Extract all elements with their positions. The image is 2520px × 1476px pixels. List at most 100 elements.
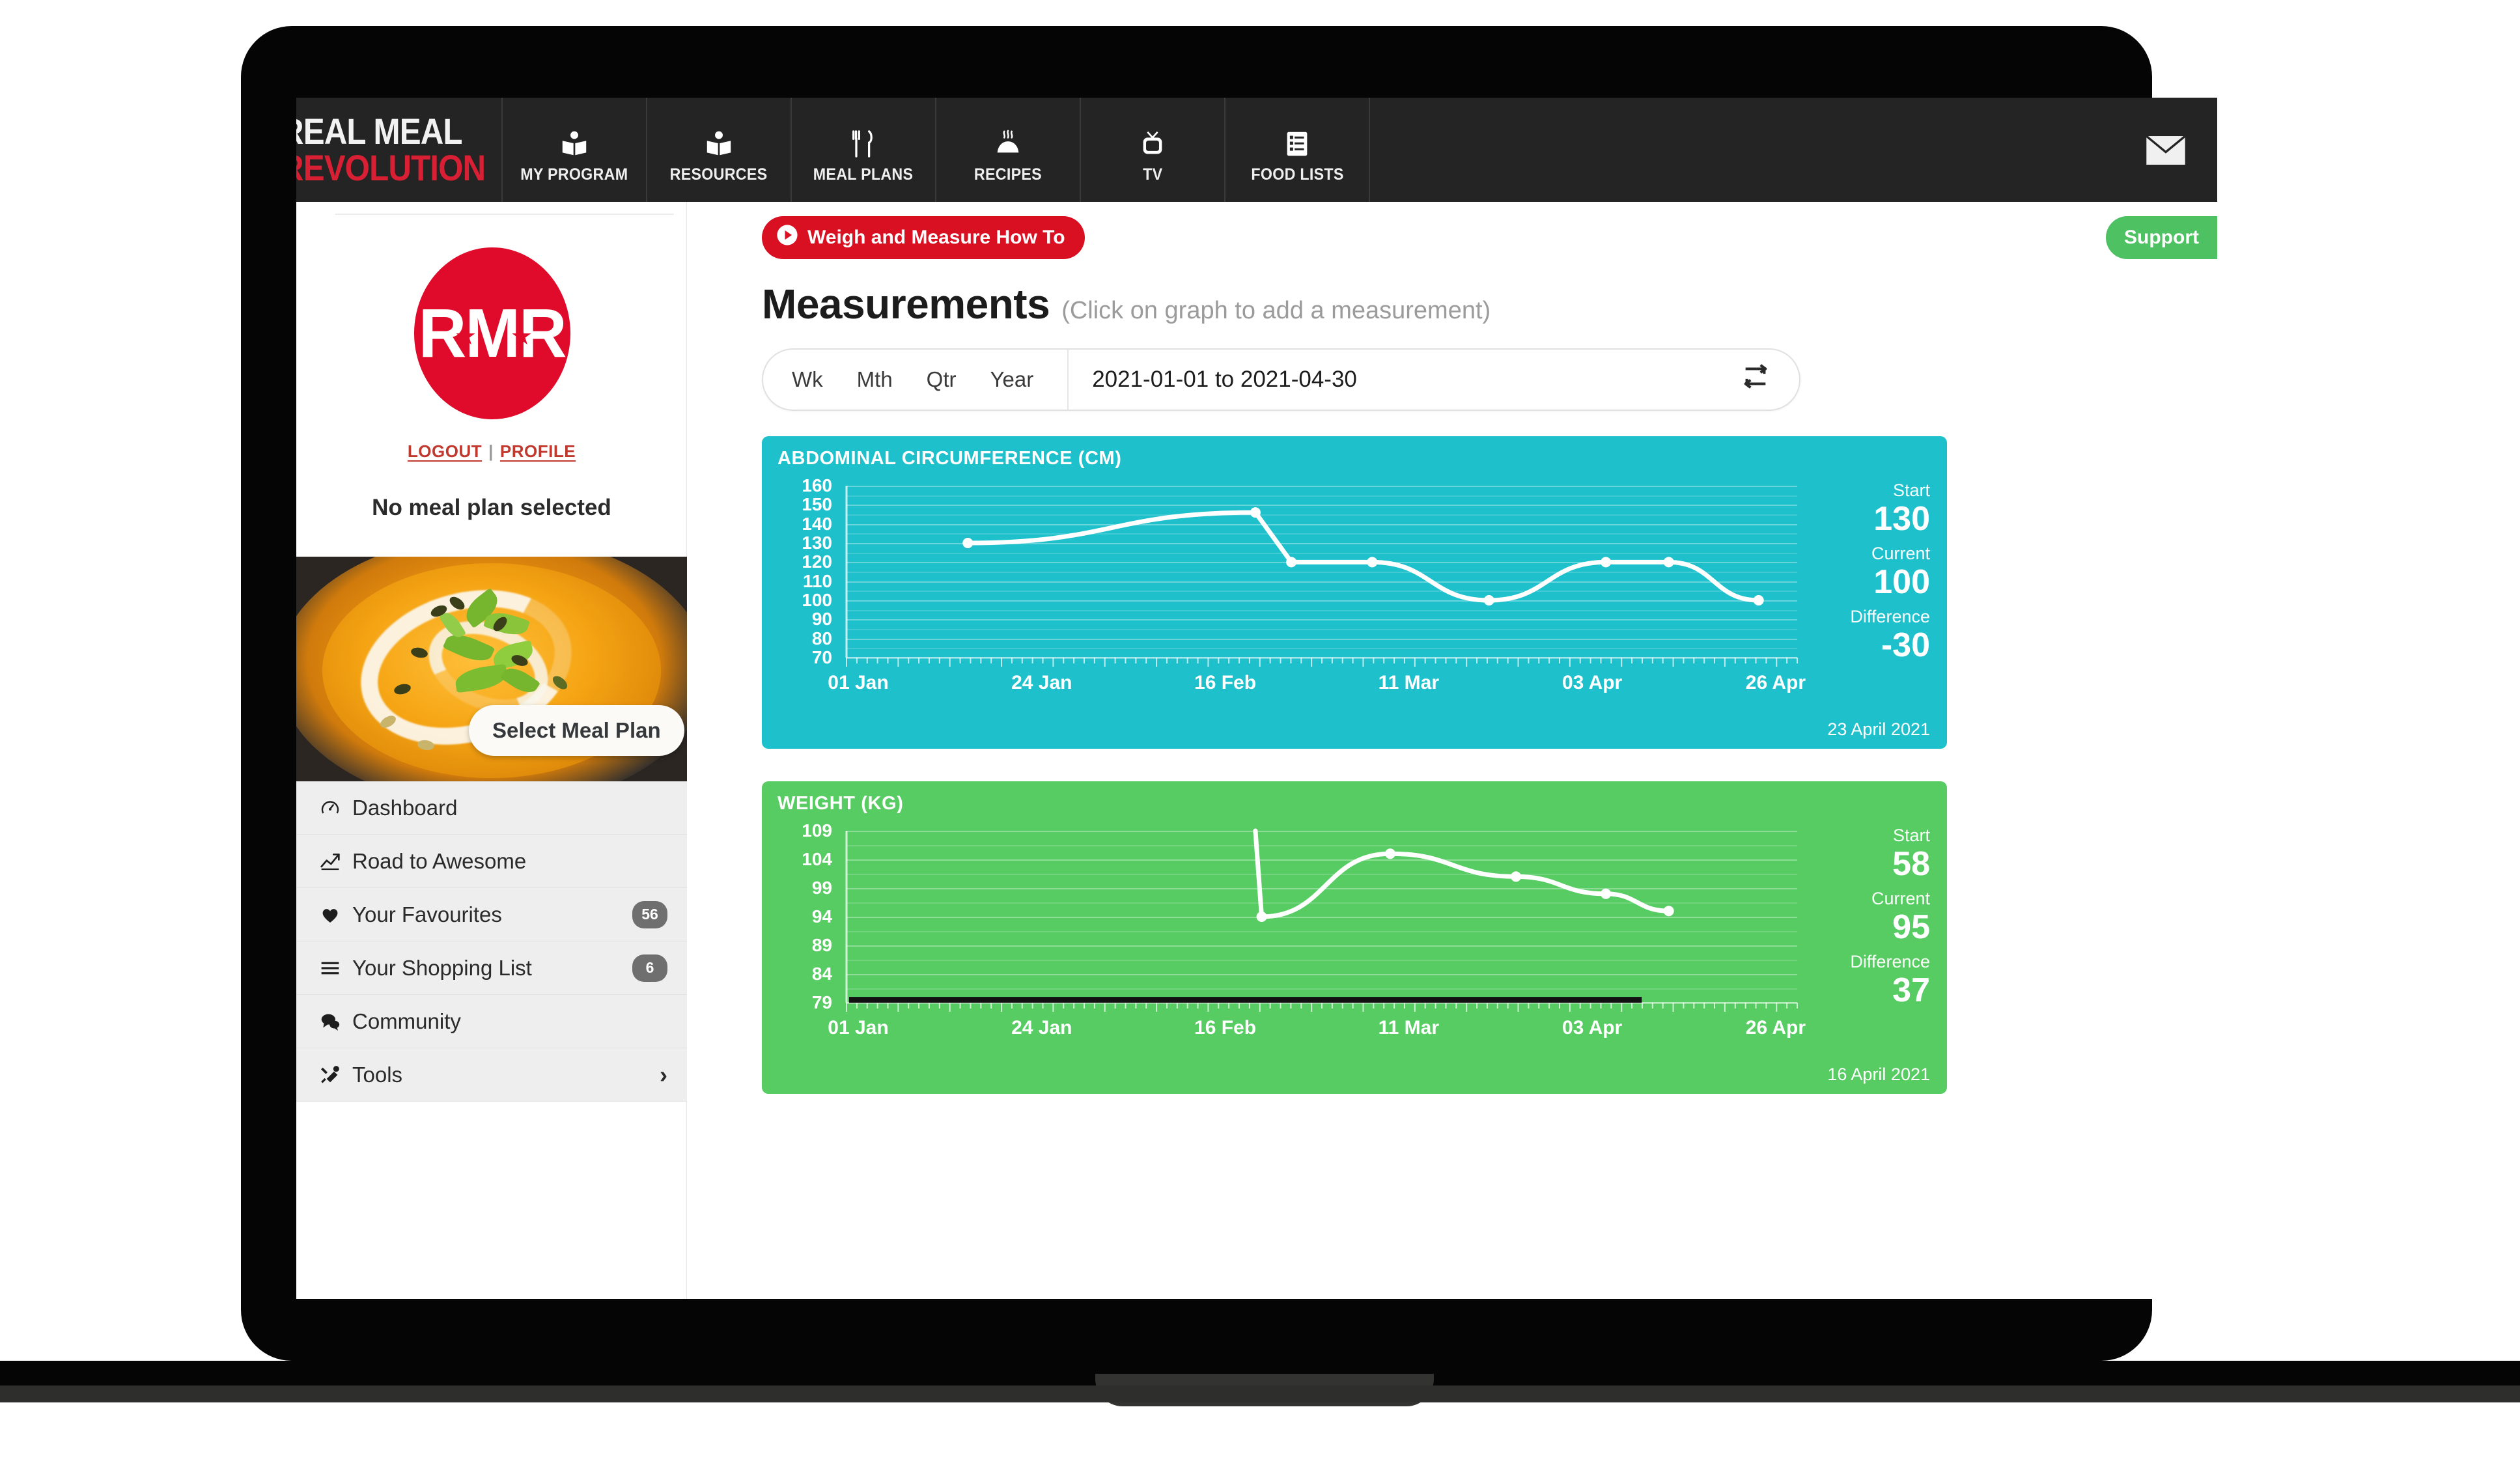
nav-label: RECIPES bbox=[973, 165, 1043, 184]
play-circle-icon bbox=[776, 224, 798, 251]
nav-item-tv[interactable]: TV bbox=[1080, 98, 1224, 202]
open-book-person-icon bbox=[559, 125, 589, 159]
sidebar-item-your-shopping-list[interactable]: Your Shopping List 6 bbox=[296, 941, 687, 995]
chart-x-tick-label: 24 Jan bbox=[1011, 1017, 1072, 1038]
trend-chart-icon bbox=[316, 851, 344, 872]
heart-icon bbox=[316, 904, 344, 925]
chart-x-tick-label: 01 Jan bbox=[828, 1017, 889, 1038]
sidebar-item-label: Community bbox=[352, 1009, 461, 1033]
select-meal-plan-button[interactable]: Select Meal Plan bbox=[469, 705, 684, 756]
account-links: LOGOUT | PROFILE bbox=[296, 441, 687, 462]
chart-x-tick-label: 26 Apr bbox=[1745, 672, 1806, 693]
list-document-icon bbox=[1282, 125, 1312, 159]
range-tab-mth[interactable]: Mth bbox=[840, 367, 910, 392]
nav-item-recipes[interactable]: RECIPES bbox=[935, 98, 1080, 202]
stat-difference-value: 37 bbox=[1892, 971, 1930, 1009]
page-header: Measurements (Click on graph to add a me… bbox=[762, 280, 1491, 328]
chart-x-tick-label: 26 Apr bbox=[1745, 1017, 1806, 1038]
chevron-right-icon: › bbox=[660, 1061, 667, 1088]
chart-series-line bbox=[1253, 828, 1672, 919]
chart-x-tick-label: 01 Jan bbox=[828, 672, 889, 693]
rmr-avatar-logo[interactable]: RMR ★ ★ bbox=[414, 247, 570, 419]
chart-x-tick-label: 16 Feb bbox=[1194, 672, 1257, 693]
chart-data-point[interactable] bbox=[1601, 557, 1612, 568]
chart-x-tick-label: 16 Feb bbox=[1194, 1017, 1257, 1038]
support-button[interactable]: Support bbox=[2106, 216, 2217, 259]
range-tab-wk[interactable]: Wk bbox=[763, 367, 840, 392]
chart-data-point[interactable] bbox=[1511, 871, 1522, 882]
nav-item-meal-plans[interactable]: MEAL PLANS bbox=[791, 98, 935, 202]
logout-link[interactable]: LOGOUT bbox=[408, 441, 482, 461]
sidebar-item-your-favourites[interactable]: Your Favourites 56 bbox=[296, 888, 687, 941]
sidebar-item-dashboard[interactable]: Dashboard bbox=[296, 781, 687, 835]
browser-viewport: REAL MEAL REVOLUTION MY PROGRAM RESOURCE… bbox=[296, 98, 2217, 1299]
chart-x-tick-label: 03 Apr bbox=[1561, 672, 1623, 693]
chart-data-point[interactable] bbox=[1384, 848, 1395, 859]
stat-difference-value: -30 bbox=[1881, 626, 1930, 664]
site-logo[interactable]: REAL MEAL REVOLUTION bbox=[296, 98, 501, 202]
profile-link[interactable]: PROFILE bbox=[500, 441, 576, 461]
nav-label: MEAL PLANS bbox=[813, 165, 914, 184]
chart-title: ABDOMINAL CIRCUMFERENCE (CM) bbox=[777, 448, 1122, 469]
top-navigation-bar: REAL MEAL REVOLUTION MY PROGRAM RESOURCE… bbox=[296, 98, 2217, 202]
chart-data-point[interactable] bbox=[1250, 507, 1261, 518]
envelope-icon[interactable] bbox=[2146, 134, 2186, 167]
chart-plot-area[interactable]: 109 104 99 94 89 84 79 01 Jan 24 Jan 16 Feb 11 Mar… bbox=[762, 819, 1947, 1053]
wrench-screwdriver-icon bbox=[316, 1065, 344, 1085]
nav-item-resources[interactable]: RESOURCES bbox=[646, 98, 791, 202]
chart-x-tick-label: 03 Apr bbox=[1561, 1017, 1623, 1038]
stat-start-label: Start bbox=[1892, 826, 1930, 845]
chart-data-point[interactable] bbox=[1663, 906, 1674, 917]
no-meal-plan-text: No meal plan selected bbox=[372, 495, 611, 520]
chart-data-point[interactable] bbox=[1483, 595, 1494, 606]
chart-card-weight[interactable]: WEIGHT (KG) 109 104 99 94 89 84 79 01 Jan 24 Jan… bbox=[762, 781, 1947, 1094]
chart-plot-area[interactable]: 160 150 140 130 120 110 100 90 80 70 01 Jan 24 Jan 1… bbox=[762, 474, 1947, 708]
date-range-selector: Wk Mth Qtr Year 2021-01-01 to 2021-04-30 bbox=[762, 348, 1800, 411]
nav-item-food-lists[interactable]: FOOD LISTS bbox=[1224, 98, 1369, 202]
howto-button-label: Weigh and Measure How To bbox=[807, 227, 1065, 248]
sidebar-item-tools[interactable]: Tools › bbox=[296, 1048, 687, 1102]
speedometer-icon bbox=[316, 798, 344, 818]
fork-knife-icon bbox=[848, 125, 878, 159]
open-book-person-icon bbox=[704, 125, 734, 159]
range-tab-year[interactable]: Year bbox=[973, 367, 1051, 392]
nav-label: MY PROGRAM bbox=[520, 165, 628, 184]
chart-stats-panel: Start 58 Current 95 Difference 37 bbox=[1850, 818, 1930, 1009]
star-icon-left: ★ bbox=[455, 323, 477, 350]
meal-plan-photo[interactable]: Select Meal Plan bbox=[296, 557, 687, 781]
favourites-count-badge: 56 bbox=[632, 900, 667, 928]
date-range-input[interactable]: 2021-01-01 to 2021-04-30 bbox=[1069, 367, 1741, 393]
shopping-list-count-badge: 6 bbox=[632, 954, 667, 982]
sidebar-item-label: Your Shopping List bbox=[352, 955, 532, 980]
chart-data-point[interactable] bbox=[1753, 595, 1764, 606]
star-icon-right: ★ bbox=[510, 323, 533, 350]
chart-card-abdominal-circumference[interactable]: ABDOMINAL CIRCUMFERENCE (CM) 160 150 140 13… bbox=[762, 436, 1947, 749]
chart-x-tick-label: 11 Mar bbox=[1378, 1017, 1440, 1038]
sidebar-item-road-to-awesome[interactable]: Road to Awesome bbox=[296, 835, 687, 888]
chart-data-point[interactable] bbox=[962, 538, 973, 548]
sidebar-item-label: Your Favourites bbox=[352, 902, 502, 926]
chart-data-point[interactable] bbox=[1286, 557, 1297, 568]
chart-series-line bbox=[965, 510, 1761, 603]
stat-start-value: 130 bbox=[1873, 500, 1930, 538]
chart-data-point[interactable] bbox=[1601, 888, 1612, 899]
page-title: Measurements bbox=[762, 281, 1050, 327]
chart-data-point[interactable] bbox=[1663, 557, 1674, 568]
brand-line-1: REAL MEAL bbox=[296, 111, 463, 152]
refresh-icon[interactable] bbox=[1741, 361, 1799, 398]
stat-current-value: 95 bbox=[1892, 908, 1930, 946]
range-tab-qtr[interactable]: Qtr bbox=[910, 367, 973, 392]
nav-item-my-program[interactable]: MY PROGRAM bbox=[501, 98, 646, 202]
brand-line-2: REVOLUTION bbox=[296, 147, 486, 188]
chart-data-point[interactable] bbox=[1367, 557, 1378, 568]
chart-data-point[interactable] bbox=[1256, 912, 1267, 922]
left-sidebar: RMR ★ ★ LOGOUT | PROFILE No meal plan sele… bbox=[296, 202, 687, 1299]
weigh-and-measure-howto-button[interactable]: Weigh and Measure How To bbox=[762, 216, 1085, 259]
stat-current-value: 100 bbox=[1873, 563, 1930, 601]
main-content: Weigh and Measure How To Support Measure… bbox=[687, 202, 2217, 1299]
sidebar-item-community[interactable]: Community bbox=[296, 995, 687, 1048]
stat-start-label: Start bbox=[1892, 480, 1930, 500]
sidebar-item-label: Road to Awesome bbox=[352, 848, 527, 873]
steaming-dish-icon bbox=[993, 125, 1023, 159]
stat-current-label: Current bbox=[1871, 544, 1930, 563]
